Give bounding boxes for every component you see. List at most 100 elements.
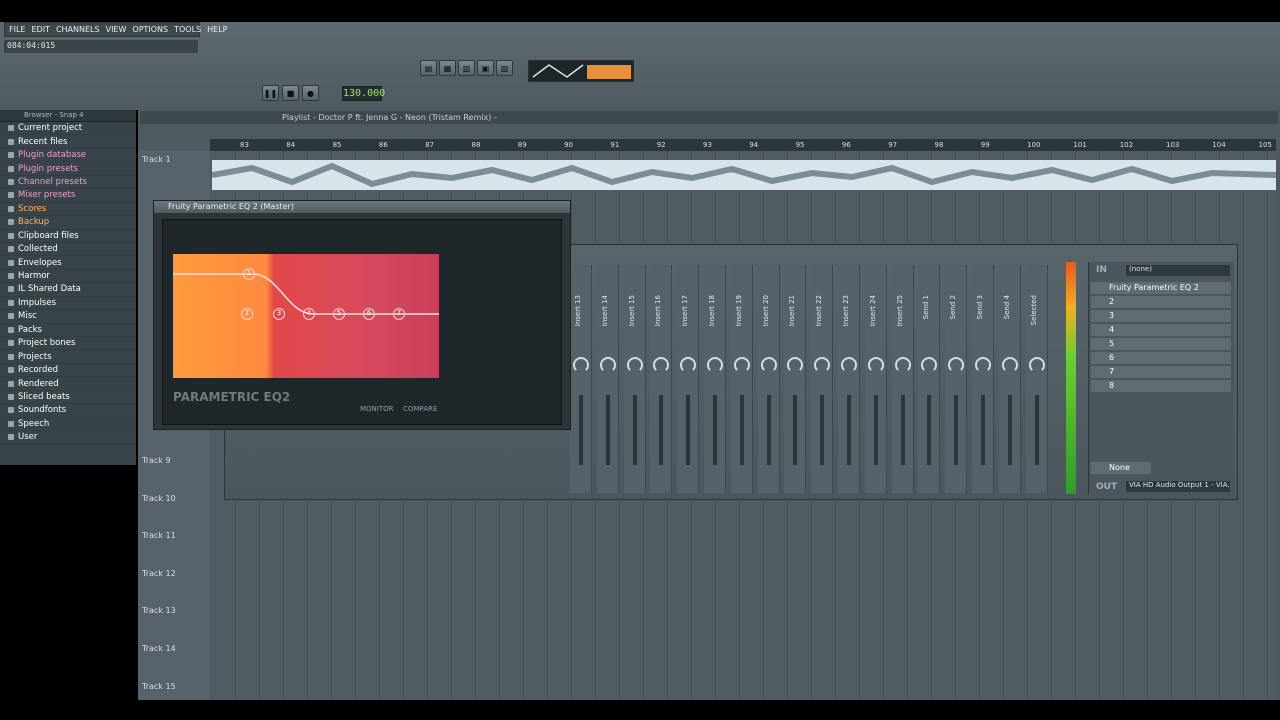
eq-title[interactable]: Fruity Parametric EQ 2 (Master) <box>154 201 570 213</box>
pan-knob-icon[interactable] <box>680 357 697 373</box>
volume-fader[interactable] <box>1034 395 1039 465</box>
pan-knob-icon[interactable] <box>573 357 589 373</box>
mixer-strip[interactable]: Send 1 <box>918 265 941 493</box>
volume-fader[interactable] <box>927 395 932 465</box>
volume-fader[interactable] <box>954 395 959 465</box>
fx-slot[interactable]: 8 <box>1091 380 1231 392</box>
fx-slot[interactable]: 2 <box>1091 296 1231 308</box>
track-label[interactable]: Track 1 <box>142 155 171 164</box>
record-icon[interactable]: ● <box>302 85 319 101</box>
input-select[interactable]: (none) <box>1126 265 1230 276</box>
browser-item[interactable]: Channel presets <box>0 176 136 190</box>
mixer-strip[interactable]: Selected <box>1025 265 1048 493</box>
browser-item[interactable]: Plugin presets <box>0 162 136 176</box>
track-label[interactable]: Track 13 <box>142 606 176 615</box>
browser-item[interactable]: Project bones <box>0 337 136 351</box>
mixer-shortcut-icon[interactable]: ▧ <box>496 60 513 76</box>
monitor-button[interactable]: MONITOR <box>360 405 394 413</box>
eq-band-handle[interactable]: 2 <box>241 308 253 320</box>
fx-slot[interactable]: 3 <box>1091 310 1231 322</box>
mixer-strip[interactable]: Insert 15 <box>623 265 646 493</box>
mixer-strip[interactable]: Insert 21 <box>784 265 807 493</box>
eq-band-handle[interactable]: 4 <box>303 308 315 320</box>
volume-fader[interactable] <box>873 395 878 465</box>
pan-knob-icon[interactable] <box>599 357 616 373</box>
pan-knob-icon[interactable] <box>841 357 857 373</box>
browser-item[interactable]: Sliced beats <box>0 391 136 405</box>
playlist-title[interactable]: Playlist - Doctor P ft. Jenna G - Neon (… <box>140 111 1278 124</box>
mixer-strip[interactable]: Send 3 <box>972 265 994 493</box>
pan-knob-icon[interactable] <box>733 357 750 373</box>
fx-slot[interactable]: 7 <box>1091 366 1231 378</box>
pan-knob-icon[interactable] <box>626 357 643 373</box>
volume-fader[interactable] <box>847 395 851 465</box>
browser-item[interactable]: Mixer presets <box>0 189 136 203</box>
tempo-display[interactable]: 130.000 <box>342 86 385 101</box>
pan-knob-icon[interactable] <box>1001 357 1018 373</box>
menu-tools[interactable]: TOOLS <box>172 24 203 35</box>
volume-fader[interactable] <box>659 395 664 465</box>
browser-item[interactable]: Recorded <box>0 364 136 378</box>
browser-item[interactable]: Projects <box>0 350 136 364</box>
fx-slot[interactable]: Fruity Parametric EQ 2 <box>1091 282 1231 294</box>
browser-item[interactable]: Backup <box>0 216 136 230</box>
audio-clip-track-1[interactable] <box>211 160 1277 190</box>
pan-knob-icon[interactable] <box>787 357 804 373</box>
volume-fader[interactable] <box>739 395 744 465</box>
volume-fader[interactable] <box>1007 395 1012 465</box>
eq-band-handle[interactable]: 6 <box>363 308 375 320</box>
browser-item[interactable]: Current project <box>0 122 136 136</box>
track-label[interactable]: Track 10 <box>142 494 176 503</box>
browser-item[interactable]: Misc <box>0 310 136 324</box>
volume-fader[interactable] <box>686 395 691 465</box>
browser-item[interactable]: Packs <box>0 324 136 337</box>
fx-slot[interactable]: 6 <box>1091 352 1231 364</box>
piano-roll-shortcut-icon[interactable]: ▥ <box>458 60 475 76</box>
step-seq-shortcut-icon[interactable]: ▦ <box>439 60 456 76</box>
eq-graph[interactable]: 1 2 3 4 5 6 7 <box>173 254 439 378</box>
pan-knob-icon[interactable] <box>867 357 884 373</box>
menu-help[interactable]: HELP <box>205 24 229 35</box>
mixer-strip[interactable]: Send 4 <box>998 265 1021 493</box>
menu-options[interactable]: OPTIONS <box>130 24 170 35</box>
fx-slot[interactable]: 4 <box>1091 324 1231 336</box>
mixer-strip[interactable]: Insert 20 <box>757 265 780 493</box>
track-none-select[interactable]: None <box>1091 462 1151 474</box>
menu-channels[interactable]: CHANNELS <box>54 24 102 35</box>
mixer-strip[interactable]: Insert 18 <box>704 265 726 493</box>
track-label[interactable]: Track 9 <box>142 456 171 465</box>
browser-item[interactable]: Soundfonts <box>0 404 136 418</box>
pause-icon[interactable]: ❚❚ <box>262 85 279 101</box>
mixer-strip[interactable]: Insert 19 <box>730 265 753 493</box>
volume-fader[interactable] <box>605 395 610 465</box>
track-label[interactable]: Track 15 <box>142 682 176 691</box>
browser-item[interactable]: User <box>0 431 136 445</box>
pan-knob-icon[interactable] <box>975 357 991 373</box>
browser-item[interactable]: IL Shared Data <box>0 283 136 297</box>
track-label[interactable]: Track 14 <box>142 644 176 653</box>
volume-fader[interactable] <box>632 395 637 465</box>
mixer-strip[interactable]: Insert 24 <box>864 265 887 493</box>
browser-item[interactable]: Plugin database <box>0 149 136 163</box>
browser-item[interactable]: Envelopes <box>0 256 136 270</box>
volume-fader[interactable] <box>900 395 905 465</box>
pan-knob-icon[interactable] <box>707 357 723 373</box>
eq-band-handle[interactable]: 3 <box>273 308 285 320</box>
volume-fader[interactable] <box>766 395 771 465</box>
pan-knob-icon[interactable] <box>894 357 911 373</box>
mixer-strip[interactable]: Insert 14 <box>596 265 619 493</box>
mixer-strip[interactable]: Insert 17 <box>677 265 700 493</box>
pan-knob-icon[interactable] <box>814 357 831 373</box>
volume-fader[interactable] <box>981 395 985 465</box>
menu-file[interactable]: FILE <box>7 24 27 35</box>
browser-shortcut-icon[interactable]: ▣ <box>477 60 494 76</box>
fx-slot[interactable]: 5 <box>1091 338 1231 350</box>
mixer-strip[interactable]: Insert 23 <box>838 265 860 493</box>
browser-item[interactable]: Scores <box>0 203 136 217</box>
volume-fader[interactable] <box>713 395 717 465</box>
eq-band-handle[interactable]: 1 <box>243 268 255 280</box>
volume-fader[interactable] <box>820 395 825 465</box>
browser-item[interactable]: Collected <box>0 243 136 257</box>
mixer-strip[interactable]: Send 2 <box>945 265 968 493</box>
output-select[interactable]: VIA HD Audio Output 1 - VIA. <box>1126 481 1230 492</box>
